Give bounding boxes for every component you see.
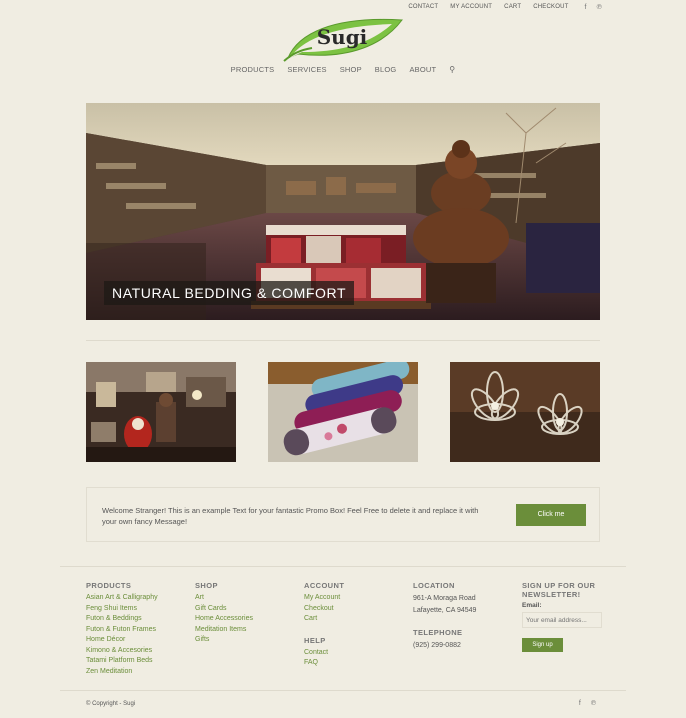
promo-message: Welcome Stranger! This is an example Tex… (102, 506, 479, 526)
facebook-icon[interactable]: f (584, 4, 586, 11)
footer-link-my-account[interactable]: My Account (304, 593, 344, 604)
email-label: Email: (522, 602, 542, 609)
footer-link-futon-beddings[interactable]: Futon & Beddings (86, 614, 158, 625)
footer-link-cart[interactable]: Cart (304, 614, 344, 625)
address-line-1: 961-A Moraga Road (413, 595, 476, 602)
bolster-pillows-image (268, 362, 418, 462)
divider (86, 340, 600, 341)
pinterest-icon[interactable]: ℗ (591, 700, 596, 707)
footer-products: PRODUCTS Asian Art & Calligraphy Feng Sh… (86, 581, 158, 677)
facebook-icon[interactable]: f (579, 700, 581, 707)
newsletter-signup-button[interactable]: Sign up (522, 638, 563, 652)
footer-link-gifts[interactable]: Gifts (195, 635, 253, 646)
footer-link-feng-shui[interactable]: Feng Shui Items (86, 604, 158, 615)
footer-link-home-accessories[interactable]: Home Accessories (195, 614, 253, 625)
contact-link[interactable]: CONTACT (408, 4, 438, 11)
footer-link-art[interactable]: Art (195, 593, 253, 604)
footer-shop-title: SHOP (195, 581, 218, 590)
footer-shop: SHOP Art Gift Cards Home Accessories Med… (195, 581, 253, 646)
footer-link-checkout[interactable]: Checkout (304, 604, 344, 615)
logo-text: Sugi (317, 25, 368, 49)
footer-link-contact[interactable]: Contact (304, 648, 344, 659)
logo[interactable]: Sugi (280, 14, 406, 62)
thumbnail-bolster-pillows[interactable] (268, 362, 418, 462)
thumbnail-glass-flowers[interactable] (450, 362, 600, 462)
footer-divider (60, 566, 626, 567)
nav-services[interactable]: SERVICES (287, 65, 326, 74)
bottom-social-icons: f ℗ (579, 700, 596, 707)
footer-link-meditation-items[interactable]: Meditation Items (195, 625, 253, 636)
promo-button[interactable]: Click me (516, 504, 586, 526)
glass-flowers-image (450, 362, 600, 462)
footer-location-title: LOCATION (413, 581, 455, 590)
footer-link-gift-cards[interactable]: Gift Cards (195, 604, 253, 615)
footer-account-title: ACCOUNT (304, 581, 345, 590)
my-account-link[interactable]: MY ACCOUNT (450, 4, 492, 11)
footer-link-tatami[interactable]: Tatami Platform Beds (86, 656, 158, 667)
hero-caption: NATURAL BEDDING & COMFORT (104, 281, 355, 305)
newsletter-title: SIGN UP FOR OUR NEWSLETTER! (522, 581, 596, 599)
promo-box: Welcome Stranger! This is an example Tex… (86, 487, 600, 542)
footer-help-title: HELP (304, 635, 326, 645)
newsletter-email-input[interactable] (522, 612, 602, 628)
leaf-logo-icon: Sugi (283, 18, 403, 62)
footer-newsletter: SIGN UP FOR OUR NEWSLETTER! Email: Sign … (522, 581, 602, 652)
footer-telephone-title: TELEPHONE (413, 628, 463, 637)
pinterest-icon[interactable]: ℗ (597, 4, 602, 11)
nav-blog[interactable]: BLOG (375, 65, 397, 74)
bottom-divider (60, 690, 626, 691)
cart-link[interactable]: CART (504, 4, 521, 11)
top-utility-nav: CONTACT MY ACCOUNT CART CHECKOUT f ℗ (408, 4, 602, 11)
main-navigation: PRODUCTS SERVICES SHOP BLOG ABOUT ⚲ (0, 65, 686, 74)
thumbnail-art-gallery[interactable] (86, 362, 236, 462)
checkout-link[interactable]: CHECKOUT (533, 4, 568, 11)
footer-link-home-decor[interactable]: Home Décor (86, 635, 158, 646)
footer-link-zen[interactable]: Zen Meditation (86, 667, 158, 678)
art-gallery-image (86, 362, 236, 462)
nav-shop[interactable]: SHOP (340, 65, 362, 74)
footer-link-faq[interactable]: FAQ (304, 658, 344, 669)
copyright-text: © Copyright - Sugi (86, 701, 136, 707)
footer-link-futon-frames[interactable]: Futon & Futon Frames (86, 625, 158, 636)
search-icon[interactable]: ⚲ (449, 65, 455, 74)
telephone-number: (925) 299-0882 (413, 642, 461, 649)
top-social-icons: f ℗ (584, 4, 602, 11)
footer-link-kimono[interactable]: Kimono & Accesories (86, 646, 158, 657)
nav-products[interactable]: PRODUCTS (231, 65, 275, 74)
footer-link-asian-art[interactable]: Asian Art & Calligraphy (86, 593, 158, 604)
footer-location: LOCATION 961-A Moraga Road Lafayette, CA… (413, 581, 476, 652)
address-line-2: Lafayette, CA 94549 (413, 607, 477, 614)
nav-about[interactable]: ABOUT (409, 65, 436, 74)
footer-products-title: PRODUCTS (86, 581, 132, 590)
footer-account: ACCOUNT My Account Checkout Cart HELP Co… (304, 581, 344, 669)
